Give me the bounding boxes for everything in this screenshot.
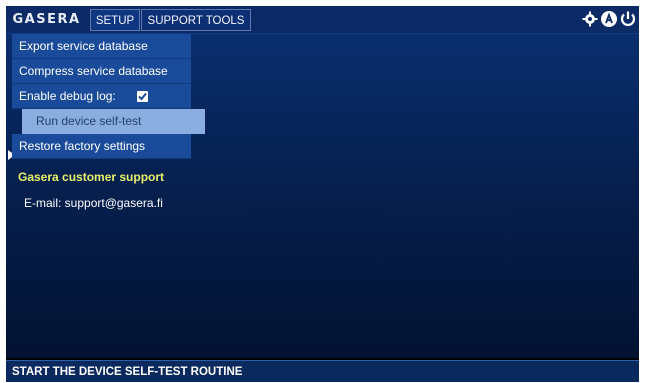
menu-item-label: Compress service database xyxy=(19,64,168,78)
menu-item-export-service-database[interactable]: Export service database xyxy=(12,34,191,59)
brand-logo: GASERA xyxy=(12,12,81,27)
gear-icon[interactable] xyxy=(581,10,599,28)
top-bar: GASERA SETUP SUPPORT TOOLS xyxy=(6,6,639,34)
main-content: Export service database Compress service… xyxy=(6,34,639,358)
power-icon[interactable] xyxy=(619,10,637,28)
user-a-icon[interactable] xyxy=(600,10,618,28)
status-bar: START THE DEVICE SELF-TEST ROUTINE xyxy=(6,360,639,382)
tab-support-tools[interactable]: SUPPORT TOOLS xyxy=(141,9,251,31)
menu-item-compress-service-database[interactable]: Compress service database xyxy=(12,59,191,84)
support-email: E-mail: support@gasera.fi xyxy=(24,196,163,210)
support-heading: Gasera customer support xyxy=(18,170,165,184)
debug-log-checkbox[interactable] xyxy=(137,91,148,102)
menu-item-enable-debug-log[interactable]: Enable debug log: xyxy=(12,84,191,109)
system-icons xyxy=(579,6,639,33)
menu-item-label: Run device self-test xyxy=(36,114,142,128)
menu-item-label: Export service database xyxy=(19,39,148,53)
menu-item-label: Enable debug log: xyxy=(19,89,116,103)
menu-item-restore-factory-settings[interactable]: Restore factory settings xyxy=(12,134,191,159)
menu-item-run-device-self-test[interactable]: Run device self-test xyxy=(22,109,205,134)
menu-item-label: Restore factory settings xyxy=(19,139,146,153)
tab-setup[interactable]: SETUP xyxy=(90,9,140,31)
app-window: GASERA SETUP SUPPORT TOOLS Export servic… xyxy=(6,6,639,382)
